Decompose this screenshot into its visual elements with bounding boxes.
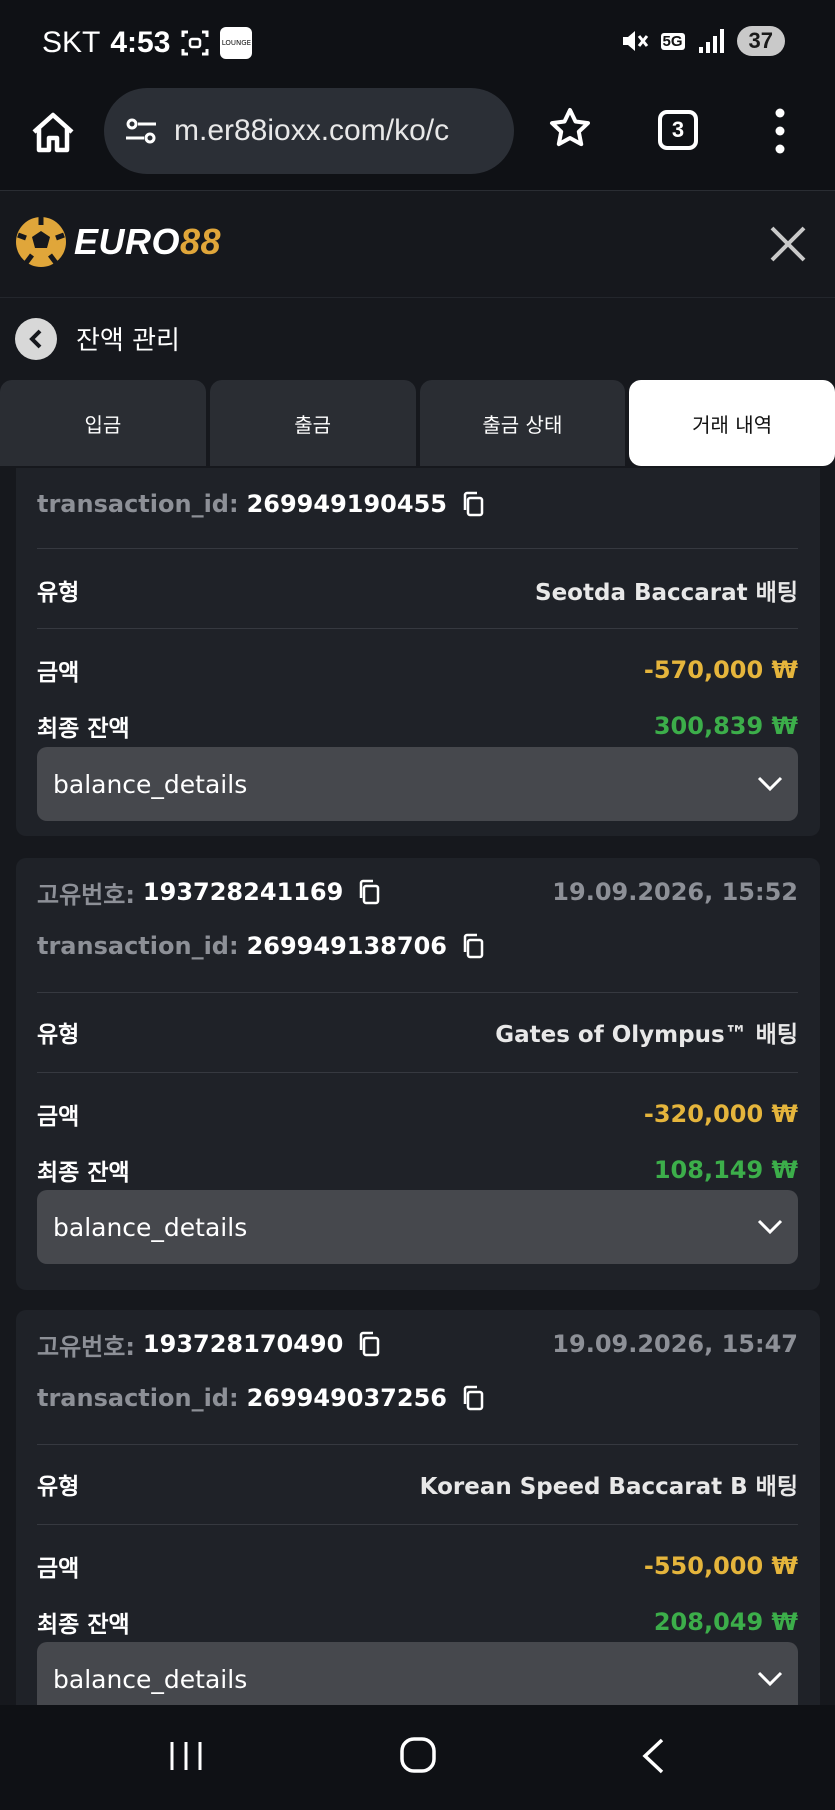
chevron-down-icon <box>757 1671 783 1687</box>
divider <box>37 992 798 993</box>
battery-indicator: 37 <box>736 26 785 56</box>
network-type: 5G <box>660 32 685 50</box>
page-header: 잔액 관리 <box>0 298 835 380</box>
type-label: 유형 <box>37 1022 80 1048</box>
amount-value: -550,000 ₩ <box>643 1552 798 1580</box>
balance-details-dropdown[interactable]: balance_details <box>37 1642 798 1705</box>
transaction-datetime: 19.09.2026, 15:52 <box>552 878 798 906</box>
divider <box>37 628 798 629</box>
final-balance-label: 최종 잔액 <box>37 716 130 742</box>
unique-no-value: 193728170490 <box>142 1330 344 1358</box>
copy-icon[interactable] <box>461 1385 485 1411</box>
final-balance-value: 208,049 ₩ <box>653 1608 798 1636</box>
site-header: EURO88 <box>0 190 835 298</box>
balance-tabs: 입금 출금 출금 상태 거래 내역 <box>0 380 835 468</box>
browser-toolbar: m.er88ioxx.com/ko/c 3 <box>0 88 835 190</box>
tab-count: 3 <box>671 117 685 142</box>
screenshot-icon <box>181 30 209 56</box>
transaction-card: 고유번호: 193728170490 19.09.2026, 15:47 tra… <box>16 1310 820 1705</box>
divider <box>37 548 798 549</box>
balance-details-dropdown[interactable]: balance_details <box>37 747 798 821</box>
divider <box>37 1524 798 1525</box>
divider <box>37 1072 798 1073</box>
system-nav-bar <box>0 1705 835 1810</box>
type-label: 유형 <box>37 1474 80 1500</box>
chevron-down-icon <box>757 1219 783 1235</box>
logo-word: EURO <box>74 221 181 262</box>
balance-details-label: balance_details <box>53 1212 248 1242</box>
type-value: Gates of Olympus™ 배팅 <box>495 1022 798 1048</box>
final-balance-value: 108,149 ₩ <box>653 1156 798 1184</box>
amount-label: 금액 <box>37 660 80 686</box>
copy-icon[interactable] <box>461 933 485 959</box>
transaction-id-value: 269949190455 <box>246 490 447 518</box>
transaction-id-label: transaction_id: <box>37 490 239 518</box>
back-button[interactable] <box>15 318 57 360</box>
url-text: m.er88ioxx.com/ko/c <box>174 114 450 147</box>
signal-icon <box>698 29 724 53</box>
unique-no-value: 193728241169 <box>142 878 344 906</box>
balance-details-label: balance_details <box>53 769 248 799</box>
final-balance-label: 최종 잔액 <box>37 1160 130 1186</box>
amount-value: -320,000 ₩ <box>643 1100 798 1128</box>
bookmark-star-icon[interactable] <box>548 106 592 150</box>
clock: 4:53 <box>110 26 171 59</box>
chevron-left-icon <box>29 329 42 349</box>
tab-withdraw-status[interactable]: 출금 상태 <box>419 380 626 466</box>
browser-home-icon[interactable] <box>28 108 78 158</box>
copy-icon[interactable] <box>461 491 485 517</box>
back-icon[interactable] <box>640 1737 666 1775</box>
type-label: 유형 <box>37 580 80 606</box>
status-bar: SKT 4:53 LOUNGE 5G 37 <box>0 0 835 88</box>
copy-icon[interactable] <box>357 1331 381 1357</box>
logo-text: EURO88 <box>74 221 221 263</box>
home-icon[interactable] <box>398 1735 438 1775</box>
amount-value: -570,000 ₩ <box>643 656 798 684</box>
transaction-id-value: 269949037256 <box>246 1384 447 1412</box>
logo-number: 88 <box>180 221 222 262</box>
site-settings-icon[interactable] <box>124 114 158 148</box>
final-balance-label: 최종 잔액 <box>37 1612 130 1638</box>
address-bar[interactable]: m.er88ioxx.com/ko/c <box>104 88 514 174</box>
tab-switcher-button[interactable]: 3 <box>658 110 698 150</box>
final-balance-value: 300,839 ₩ <box>653 712 798 740</box>
soccer-ball-icon <box>16 217 66 267</box>
close-icon[interactable] <box>769 225 807 263</box>
tab-withdraw[interactable]: 출금 <box>209 380 416 466</box>
transaction-id-label: transaction_id: <box>37 1384 239 1412</box>
type-value: Seotda Baccarat 배팅 <box>535 580 798 606</box>
carrier-label: SKT <box>42 26 101 59</box>
lounge-app-icon: LOUNGE <box>220 27 253 59</box>
chevron-down-icon <box>757 776 783 792</box>
balance-details-label: balance_details <box>53 1664 248 1694</box>
lounge-badge-text: LOUNGE <box>221 39 252 47</box>
transaction-list[interactable]: transaction_id: 269949190455 유형 Seotda B… <box>0 468 835 1705</box>
page-title: 잔액 관리 <box>76 326 180 356</box>
copy-icon[interactable] <box>357 879 381 905</box>
tab-transaction-history[interactable]: 거래 내역 <box>629 380 835 466</box>
amount-label: 금액 <box>37 1104 80 1130</box>
transaction-id-label: transaction_id: <box>37 932 239 960</box>
tab-deposit[interactable]: 입금 <box>0 380 206 466</box>
recent-apps-icon[interactable] <box>166 1740 206 1772</box>
transaction-card: 고유번호: 193728241169 19.09.2026, 15:52 tra… <box>16 858 820 1290</box>
divider <box>37 1444 798 1445</box>
unique-no-label: 고유번호: <box>37 1332 135 1361</box>
unique-no-label: 고유번호: <box>37 880 135 909</box>
more-menu-icon[interactable] <box>770 106 790 156</box>
euro88-logo[interactable]: EURO88 <box>14 215 221 269</box>
mute-icon <box>622 31 648 51</box>
transaction-card: transaction_id: 269949190455 유형 Seotda B… <box>16 468 820 836</box>
amount-label: 금액 <box>37 1556 80 1582</box>
transaction-datetime: 19.09.2026, 15:47 <box>552 1330 798 1358</box>
transaction-id-value: 269949138706 <box>246 932 447 960</box>
type-value: Korean Speed Baccarat B 배팅 <box>419 1474 798 1500</box>
balance-details-dropdown[interactable]: balance_details <box>37 1190 798 1264</box>
